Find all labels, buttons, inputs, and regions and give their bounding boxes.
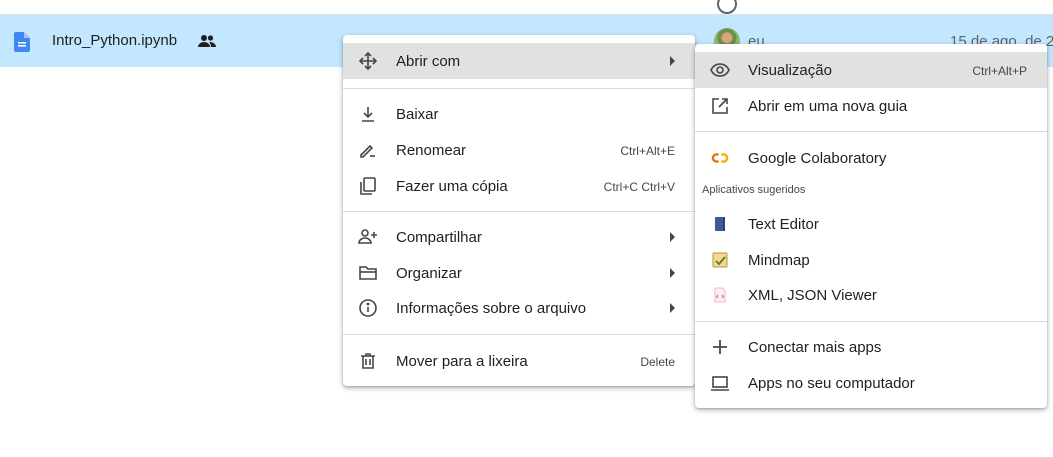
pencil-icon	[358, 140, 378, 160]
menu-item-label: XML, JSON Viewer	[748, 287, 877, 304]
submenu-item-new-tab[interactable]: Abrir em uma nova guia	[695, 88, 1047, 124]
submenu-arrow-icon	[670, 268, 675, 278]
open-with-submenu: Visualização Ctrl+Alt+P Abrir em uma nov…	[695, 44, 1047, 408]
menu-item-label: Mindmap	[748, 252, 810, 269]
shortcut-text: Ctrl+Alt+P	[972, 64, 1027, 78]
menu-divider	[343, 88, 695, 89]
submenu-item-xml-json-viewer[interactable]: XML, JSON Viewer	[695, 277, 1047, 313]
menu-item-open-with[interactable]: Abrir com	[343, 43, 695, 79]
account-icon[interactable]	[717, 0, 737, 14]
menu-item-label: Text Editor	[748, 216, 819, 233]
suggested-apps-label: Aplicativos sugeridos	[702, 184, 806, 196]
shortcut-text: Delete	[640, 355, 675, 369]
menu-divider	[695, 321, 1047, 322]
menu-item-label: Compartilhar	[396, 229, 482, 246]
submenu-item-mindmap[interactable]: Mindmap	[695, 242, 1047, 278]
menu-item-organize[interactable]: Organizar	[343, 255, 695, 291]
trash-icon	[358, 351, 378, 371]
file-name[interactable]: Intro_Python.ipynb	[52, 32, 177, 49]
menu-item-label: Organizar	[396, 265, 462, 282]
menu-item-label: Abrir com	[396, 53, 461, 70]
menu-divider	[343, 334, 695, 335]
mindmap-icon	[710, 250, 730, 270]
shortcut-text: Ctrl+C Ctrl+V	[603, 180, 675, 194]
menu-divider	[343, 211, 695, 212]
menu-divider	[695, 131, 1047, 132]
menu-item-label: Visualização	[748, 62, 832, 79]
person-add-icon	[358, 227, 378, 247]
menu-item-label: Fazer uma cópia	[396, 178, 508, 195]
menu-item-label: Informações sobre o arquivo	[396, 300, 587, 317]
open-in-new-icon	[710, 96, 730, 116]
document-file-icon	[14, 32, 30, 52]
laptop-icon	[710, 373, 730, 393]
move-arrows-icon	[358, 51, 378, 71]
submenu-item-connect-apps[interactable]: Conectar mais apps	[695, 329, 1047, 365]
submenu-item-text-editor[interactable]: Text Editor	[695, 206, 1047, 242]
context-menu: Abrir com Baixar Renomear Ctrl+Alt+E Faz…	[343, 35, 695, 386]
colab-logo-icon	[710, 148, 730, 168]
xml-json-viewer-icon	[710, 285, 730, 305]
text-editor-icon	[710, 214, 730, 234]
menu-item-label: Conectar mais apps	[748, 339, 882, 356]
menu-item-label: Apps no seu computador	[748, 375, 915, 392]
menu-item-label: Renomear	[396, 142, 467, 159]
submenu-arrow-icon	[670, 56, 675, 66]
copy-icon	[358, 176, 378, 196]
menu-item-file-info[interactable]: Informações sobre o arquivo	[343, 290, 695, 326]
menu-item-download[interactable]: Baixar	[343, 96, 695, 132]
menu-item-label: Abrir em uma nova guia	[748, 98, 908, 115]
shortcut-text: Ctrl+Alt+E	[620, 144, 675, 158]
menu-item-make-copy[interactable]: Fazer uma cópia Ctrl+C Ctrl+V	[343, 168, 695, 204]
submenu-item-colab[interactable]: Google Colaboratory	[695, 140, 1047, 176]
submenu-item-computer-apps[interactable]: Apps no seu computador	[695, 365, 1047, 401]
info-icon	[358, 298, 378, 318]
folder-open-icon	[358, 263, 378, 283]
download-icon	[358, 104, 378, 124]
eye-icon	[710, 60, 730, 80]
menu-item-rename[interactable]: Renomear Ctrl+Alt+E	[343, 132, 695, 168]
submenu-arrow-icon	[670, 303, 675, 313]
menu-item-share[interactable]: Compartilhar	[343, 219, 695, 255]
plus-icon	[710, 337, 730, 357]
menu-item-label: Mover para a lixeira	[396, 353, 528, 370]
shared-people-icon	[198, 34, 216, 48]
menu-item-label: Baixar	[396, 106, 439, 123]
submenu-arrow-icon	[670, 232, 675, 242]
menu-item-move-to-trash[interactable]: Mover para a lixeira Delete	[343, 343, 695, 379]
submenu-item-preview[interactable]: Visualização Ctrl+Alt+P	[695, 52, 1047, 88]
menu-item-label: Google Colaboratory	[748, 150, 887, 167]
